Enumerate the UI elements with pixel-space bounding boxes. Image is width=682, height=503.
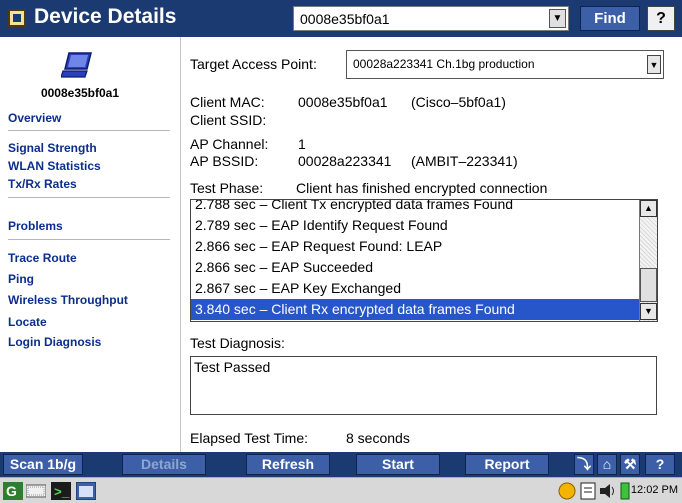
start-icon[interactable]: G (3, 482, 23, 500)
client-mac-vendor: (Cisco–5bf0a1) (411, 94, 506, 110)
network-icon[interactable] (557, 482, 577, 500)
svg-text:G: G (6, 483, 17, 499)
svg-text:>_: >_ (54, 485, 70, 500)
battery-icon (620, 482, 630, 500)
title-bar: Device Details 0008e35bf0a1 ▼ Find ? (0, 0, 682, 37)
keyboard-icon[interactable] (26, 482, 46, 500)
terminal-icon[interactable]: >_ (51, 482, 71, 500)
sidebar-link-wireless-throughput[interactable]: Wireless Throughput (8, 293, 128, 307)
sidebar-link-wlan-statistics[interactable]: WLAN Statistics (8, 159, 101, 173)
sidebar-link-txrx-rates[interactable]: Tx/Rx Rates (8, 177, 77, 191)
details-panel: Target Access Point: 00028a223341 Ch.1bg… (190, 37, 682, 452)
bottom-toolbar: Scan 1b/g Details Refresh Start Report ⤵… (0, 452, 682, 477)
find-button[interactable]: Find (580, 6, 640, 31)
elapsed-time-label: Elapsed Test Time: (190, 430, 309, 446)
client-mac-label: Client MAC: (190, 94, 265, 110)
sidebar-link-login-diagnosis[interactable]: Login Diagnosis (8, 335, 101, 349)
dropdown-arrow-icon[interactable]: ▼ (549, 9, 566, 28)
target-ap-value: 00028a223341 Ch.1bg production (353, 57, 535, 71)
test-diagnosis-value: Test Passed (194, 359, 271, 375)
help-glyph: ? (655, 456, 665, 472)
scan-button[interactable]: Scan 1b/g (3, 454, 83, 475)
start-button[interactable]: Start (356, 454, 440, 475)
window-title: Device Details (34, 5, 177, 28)
exit-icon[interactable]: ⤵ (574, 454, 594, 475)
sidebar: 0008e35bf0a1 Overview Signal Strength WL… (0, 37, 181, 452)
device-name: 0008e35bf0a1 (40, 86, 120, 100)
list-item[interactable]: 2.866 sec – EAP Succeeded (191, 257, 640, 278)
sidebar-link-locate[interactable]: Locate (8, 315, 47, 329)
taskbar: G >_ 12:02 PM (0, 477, 682, 503)
test-log-list[interactable]: 2.788 sec – Client Tx encrypted data fra… (190, 199, 658, 322)
app-logo-icon (8, 9, 26, 27)
scroll-up-icon[interactable]: ▲ (640, 200, 657, 217)
list-item[interactable]: 2.866 sec – EAP Request Found: LEAP (191, 236, 640, 257)
help-pointer-icon[interactable]: ? (647, 6, 675, 31)
test-diagnosis-label: Test Diagnosis: (190, 335, 285, 351)
client-ssid-label: Client SSID: (190, 112, 267, 128)
sidebar-link-signal-strength[interactable]: Signal Strength (8, 141, 97, 155)
list-item[interactable]: 2.788 sec – Client Tx encrypted data fra… (191, 200, 640, 215)
log-scrollbar[interactable]: ▲ ▼ (639, 200, 657, 321)
scroll-down-icon[interactable]: ▼ (640, 303, 657, 320)
dropdown-arrow-icon[interactable]: ▼ (647, 55, 661, 74)
help-icon[interactable]: ? (645, 454, 675, 475)
device-select[interactable]: 0008e35bf0a1 ▼ (293, 6, 569, 31)
ap-bssid-label: AP BSSID: (190, 153, 259, 169)
sidebar-link-problems[interactable]: Problems (8, 219, 63, 233)
details-button[interactable]: Details (122, 454, 206, 475)
elapsed-time-value: 8 seconds (346, 430, 410, 446)
sidebar-divider (8, 197, 170, 198)
scroll-thumb[interactable] (640, 268, 657, 302)
sidebar-link-ping[interactable]: Ping (8, 272, 34, 286)
test-phase-label: Test Phase: (190, 180, 264, 196)
clipboard-icon[interactable] (578, 482, 598, 500)
list-item[interactable]: 2.789 sec – EAP Identify Request Found (191, 215, 640, 236)
refresh-button[interactable]: Refresh (246, 454, 330, 475)
sidebar-divider (8, 239, 170, 240)
ap-bssid-value: 00028a223341 (298, 153, 392, 169)
tools-icon[interactable]: ⚒ (620, 454, 640, 475)
device-select-value: 0008e35bf0a1 (300, 11, 390, 27)
target-ap-label: Target Access Point: (190, 56, 317, 72)
window-icon[interactable] (76, 482, 96, 500)
home-icon[interactable]: ⌂ (597, 454, 617, 475)
ap-channel-label: AP Channel: (190, 136, 269, 152)
speaker-icon[interactable] (598, 482, 618, 500)
test-diagnosis-box: Test Passed (190, 356, 657, 415)
target-ap-select[interactable]: 00028a223341 Ch.1bg production ▼ (346, 50, 664, 79)
list-item-selected[interactable]: 3.840 sec – Client Rx encrypted data fra… (191, 299, 640, 320)
ap-channel-value: 1 (298, 136, 306, 152)
test-phase-value: Client has finished encrypted connection (296, 180, 548, 196)
help-glyph: ? (656, 10, 666, 27)
laptop-icon (61, 52, 92, 78)
sidebar-link-trace-route[interactable]: Trace Route (8, 251, 77, 265)
client-mac-value: 0008e35bf0a1 (298, 94, 388, 110)
list-item[interactable]: 2.867 sec – EAP Key Exchanged (191, 278, 640, 299)
report-button[interactable]: Report (465, 454, 549, 475)
ap-bssid-vendor: (AMBIT–223341) (411, 153, 518, 169)
clock: 12:02 PM (630, 484, 678, 496)
sidebar-link-overview[interactable]: Overview (8, 111, 61, 125)
sidebar-divider (8, 130, 170, 131)
